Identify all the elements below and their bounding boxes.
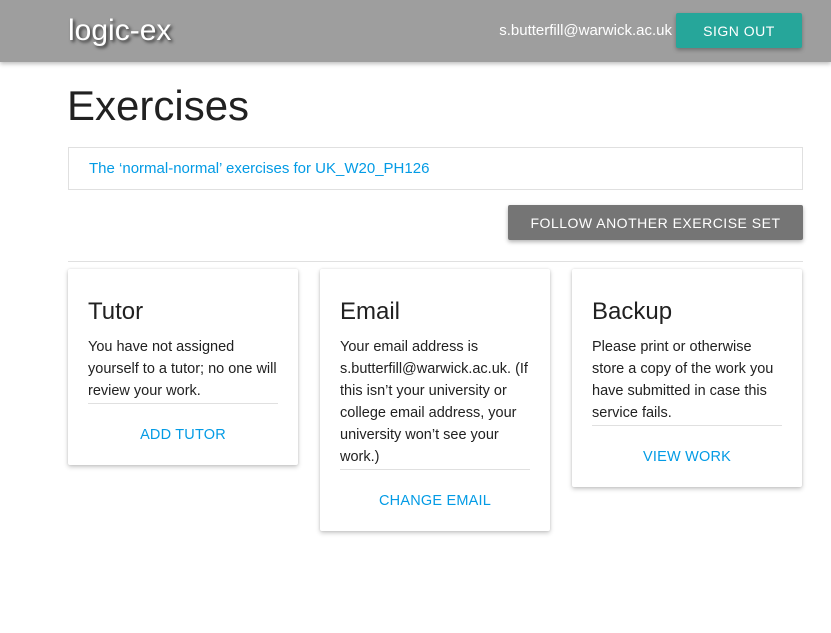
user-email: s.butterfill@warwick.ac.uk	[499, 22, 672, 39]
page-title: Exercises	[67, 82, 250, 129]
view-work-link[interactable]: VIEW WORK	[572, 426, 802, 487]
backup-card: Backup Please print or otherwise store a…	[572, 269, 802, 487]
tutor-card-title: Tutor	[88, 298, 144, 325]
email-card-title: Email	[340, 298, 401, 325]
sign-out-button[interactable]: SIGN OUT	[676, 13, 802, 48]
backup-card-text: Please print or otherwise store a copy o…	[592, 336, 782, 426]
section-divider	[68, 261, 803, 262]
top-nav-bar: logic-ex s.butterfill@warwick.ac.uk SIGN…	[0, 0, 831, 62]
change-email-link[interactable]: CHANGE EMAIL	[320, 470, 550, 531]
tutor-card: Tutor You have not assigned yourself to …	[68, 269, 298, 465]
backup-card-title: Backup	[592, 298, 673, 325]
tutor-card-text: You have not assigned yourself to a tuto…	[88, 336, 278, 404]
follow-another-exercise-set-button[interactable]: FOLLOW ANOTHER EXERCISE SET	[508, 205, 803, 240]
exercise-set-link[interactable]: The ‘normal-normal’ exercises for UK_W20…	[89, 159, 429, 179]
email-card-text: Your email address is s.butterfill@warwi…	[340, 336, 530, 470]
app-brand-logo[interactable]: logic-ex	[68, 11, 171, 51]
add-tutor-link[interactable]: ADD TUTOR	[68, 404, 298, 465]
exercise-set-list: The ‘normal-normal’ exercises for UK_W20…	[68, 147, 803, 190]
email-card: Email Your email address is s.butterfill…	[320, 269, 550, 531]
